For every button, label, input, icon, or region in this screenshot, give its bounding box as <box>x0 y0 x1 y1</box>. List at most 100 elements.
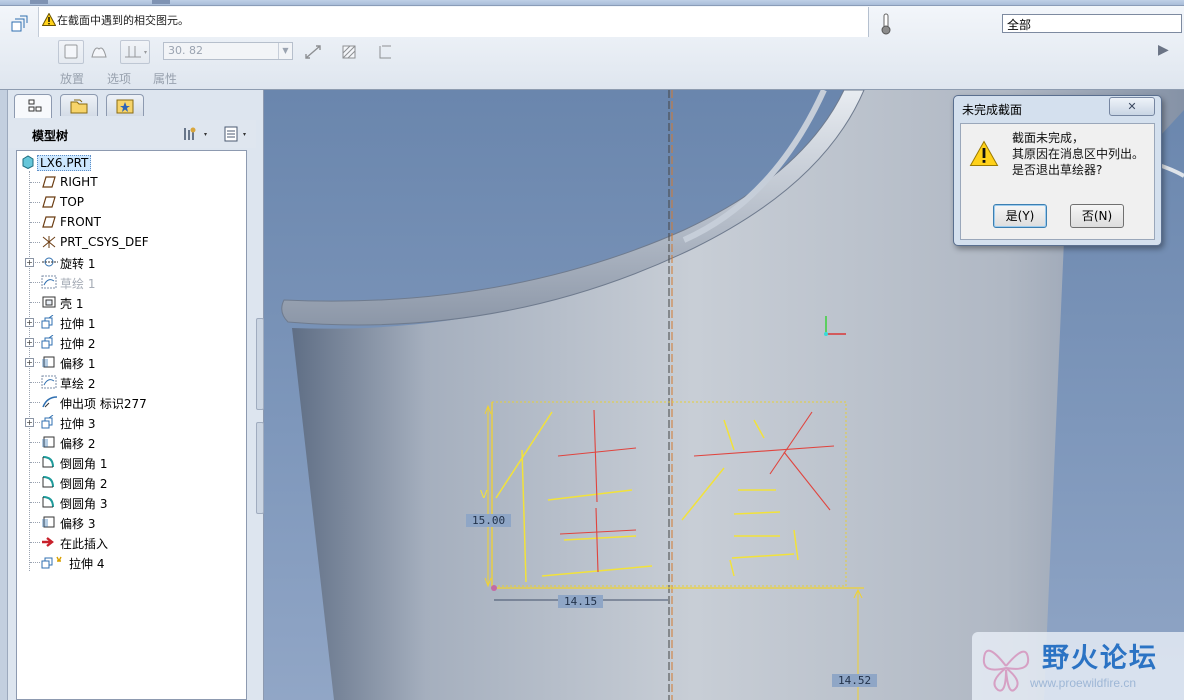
show-menu-icon[interactable] <box>222 125 252 143</box>
tree-item[interactable]: 倒圆角 1 <box>17 452 246 472</box>
tree-item[interactable]: 偏移 3 <box>17 512 246 532</box>
watermark: 野火论坛 www.proewildfire.cn <box>972 632 1184 700</box>
tree-item[interactable]: 壳 1 <box>17 292 246 312</box>
expand-icon[interactable]: + <box>25 338 34 347</box>
tree-item[interactable]: 倒圆角 3 <box>17 492 246 512</box>
extrude-icon <box>41 314 57 329</box>
insert-here-icon <box>41 535 57 549</box>
tree-item-label: 拉伸 4 <box>69 557 105 571</box>
tree-item[interactable]: + 旋转 1 <box>17 252 246 272</box>
tree-item-label: 草绘 2 <box>60 377 96 391</box>
tree-item[interactable]: + 偏移 1 <box>17 352 246 372</box>
tree-guide <box>30 282 40 283</box>
flip-direction-icon[interactable] <box>300 40 326 64</box>
tree-item[interactable]: PRT_CSYS_DEF <box>17 232 246 252</box>
tree-guide <box>30 242 40 243</box>
no-button[interactable]: 否(N) <box>1070 204 1124 228</box>
remove-material-icon[interactable] <box>336 40 362 64</box>
tree-item[interactable]: 偏移 2 <box>17 432 246 452</box>
incomplete-section-dialog: 未完成截面 ✕ 截面未完成， 其原因在消息区中列出。 是否退出草绘器? 是(Y)… <box>953 95 1162 246</box>
tab-options[interactable]: 选项 <box>107 70 131 87</box>
tree-item-label: 在此插入 <box>60 537 109 551</box>
part-icon <box>21 155 37 170</box>
shell-icon <box>41 295 57 309</box>
tree-item-label: 拉伸 1 <box>60 317 96 331</box>
tree-settings-icon[interactable] <box>182 125 212 143</box>
tree-guide <box>30 202 40 203</box>
tree-item[interactable]: + 拉伸 1 <box>17 312 246 332</box>
model-tree-title: 模型树 <box>32 129 69 143</box>
surface-icon[interactable] <box>86 40 112 64</box>
tab-model-tree[interactable] <box>14 94 52 118</box>
warning-icon <box>969 140 999 170</box>
tree-item-label: 拉伸 3 <box>60 417 96 431</box>
offset-icon <box>41 435 57 449</box>
title-strip <box>0 0 1184 6</box>
dialog-body: 截面未完成， 其原因在消息区中列出。 是否退出草绘器? 是(Y) 否(N) <box>960 123 1155 240</box>
extrude-new-icon <box>41 555 62 569</box>
tree-item[interactable]: + 拉伸 3 <box>17 412 246 432</box>
tree-guide <box>30 182 40 183</box>
tab-placement[interactable]: 放置 <box>60 70 84 87</box>
tree-item[interactable]: 在此插入 <box>17 532 246 552</box>
expand-icon[interactable]: + <box>25 358 34 367</box>
extrude-icon <box>41 334 57 349</box>
tree-item[interactable]: RIGHT <box>17 172 246 192</box>
vertical-constraint-label: V <box>480 488 488 501</box>
tree-item-label: 草绘 1 <box>60 277 96 291</box>
extrude-icon <box>41 414 57 429</box>
tree-item[interactable]: FRONT <box>17 212 246 232</box>
depth-value: 30. 82 <box>168 44 203 57</box>
tree-item[interactable]: 草绘 2 <box>17 372 246 392</box>
offset-dimension-label[interactable]: 14.52 <box>832 674 878 687</box>
tree-item[interactable]: 伸出项 标识277 <box>17 392 246 412</box>
tab-folder-browser[interactable] <box>60 94 98 116</box>
panel-splitter[interactable] <box>256 422 264 514</box>
tree-guide <box>30 482 40 483</box>
width-dimension-label[interactable]: 14.15 <box>558 595 604 608</box>
butterfly-logo-icon <box>982 649 1030 692</box>
tab-favorites[interactable] <box>106 94 144 116</box>
revolve-icon <box>41 255 58 269</box>
panel-splitter[interactable] <box>256 318 264 410</box>
tree-item-label: 旋转 1 <box>60 257 96 271</box>
panel-edge <box>0 90 8 700</box>
depth-value-input[interactable]: 30. 82 ▼ <box>163 42 293 60</box>
tree-item-label: 倒圆角 2 <box>60 477 108 491</box>
thicken-icon[interactable] <box>372 40 398 64</box>
yes-button[interactable]: 是(Y) <box>993 204 1047 228</box>
sketch-icon <box>41 375 57 389</box>
chevron-down-icon[interactable]: ▼ <box>278 43 292 59</box>
expand-icon[interactable]: + <box>25 258 34 267</box>
tree-item[interactable]: 倒圆角 2 <box>17 472 246 492</box>
tree-guide <box>30 382 40 383</box>
tab-properties[interactable]: 属性 <box>153 70 177 87</box>
tree-item-label: RIGHT <box>60 175 98 189</box>
close-button[interactable]: ✕ <box>1109 97 1155 116</box>
feature-icon[interactable] <box>10 14 30 34</box>
expand-icon[interactable]: + <box>25 418 34 427</box>
tree-item[interactable]: TOP <box>17 192 246 212</box>
depth-option-icon[interactable] <box>120 40 150 64</box>
solid-icon[interactable] <box>58 40 84 64</box>
tree-guide <box>30 542 40 543</box>
divider <box>868 7 869 37</box>
tree-root-label: LX6.PRT <box>37 155 92 171</box>
tree-root[interactable]: LX6.PRT <box>17 152 246 172</box>
tree-item-label: 伸出项 标识277 <box>60 397 147 411</box>
expand-icon[interactable]: + <box>25 318 34 327</box>
model-tree: LX6.PRT RIGHT TOP FRONT PRT_CSYS_DEF + 旋转 1 草绘… <box>16 150 247 700</box>
filter-select[interactable]: 全部 <box>1002 14 1182 33</box>
tree-item-label: 偏移 3 <box>60 517 96 531</box>
height-dimension-label[interactable]: 15.00 <box>466 514 512 527</box>
message-area: 在截面中遇到的相交图元。 <box>38 7 868 37</box>
tree-item[interactable]: 草绘 1 <box>17 272 246 292</box>
protrusion-icon <box>41 395 58 409</box>
thermometer-icon[interactable] <box>880 13 892 38</box>
tree-item-label: PRT_CSYS_DEF <box>60 235 149 249</box>
dialog-message-line: 是否退出草绘器? <box>1012 163 1103 177</box>
tree-item[interactable]: 拉伸 4 <box>17 552 246 572</box>
tree-item[interactable]: + 拉伸 2 <box>17 332 246 352</box>
play-icon[interactable]: ▶ <box>1158 42 1169 58</box>
tree-guide <box>30 522 40 523</box>
